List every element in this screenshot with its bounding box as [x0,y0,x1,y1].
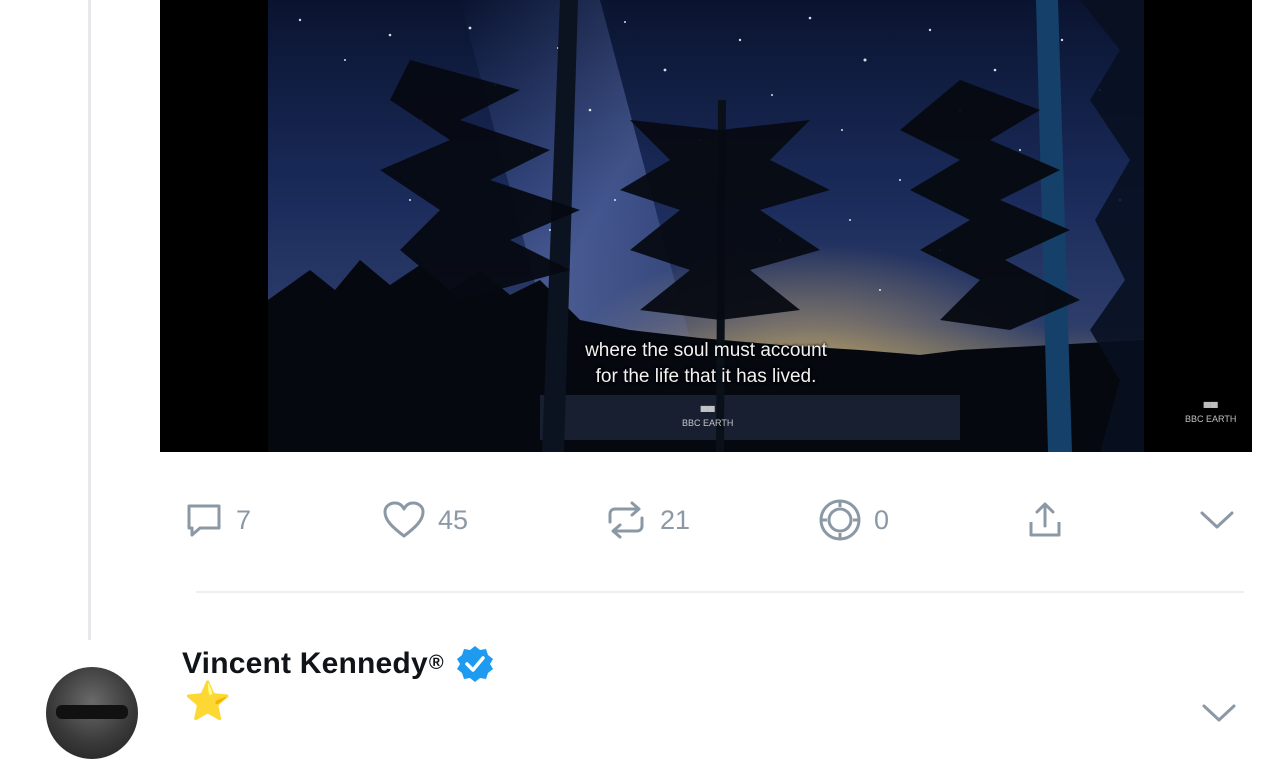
chevron-down-icon [1200,511,1234,529]
avatar[interactable] [46,667,138,759]
avatar-goggles [56,705,128,719]
post-video[interactable]: where the soul must account for the life… [160,0,1252,452]
share-icon [1029,502,1061,537]
author-name[interactable]: Vincent Kennedy [182,647,428,681]
repost-count: 21 [660,504,691,535]
heart-icon [383,501,425,538]
caption-line-2: for the life that it has lived. [595,366,817,387]
repost-button[interactable]: 21 [604,490,690,550]
repost-icon [608,501,644,539]
more-options-button[interactable] [1198,490,1236,550]
tip-count: 0 [874,504,890,535]
post-action-bar: 7 45 21 0 [160,490,1252,550]
like-button[interactable]: 45 [382,490,468,550]
thread-connector-line [88,0,91,640]
chevron-down-icon[interactable] [1200,700,1238,724]
bbc-earth-watermark: ▀▀ BBC EARTH [682,407,734,429]
share-button[interactable] [1026,490,1064,550]
author-row: Vincent Kennedy ® [182,644,494,684]
like-count: 45 [438,504,469,535]
tip-icon [819,499,861,541]
comment-icon [187,504,221,537]
verified-badge-icon [456,646,493,682]
tip-button[interactable]: 0 [818,490,889,550]
reply-count: 7 [236,504,252,535]
bbc-earth-corner-watermark: ▀▀ BBC EARTH [1185,403,1237,425]
caption-line-1: where the soul must account [585,340,827,361]
reply-button[interactable]: 7 [184,490,251,550]
star-emoji: ⭐ [184,681,232,723]
video-caption: where the soul must account for the life… [160,338,1252,390]
registered-mark: ® [428,651,444,674]
post-divider [196,591,1244,593]
